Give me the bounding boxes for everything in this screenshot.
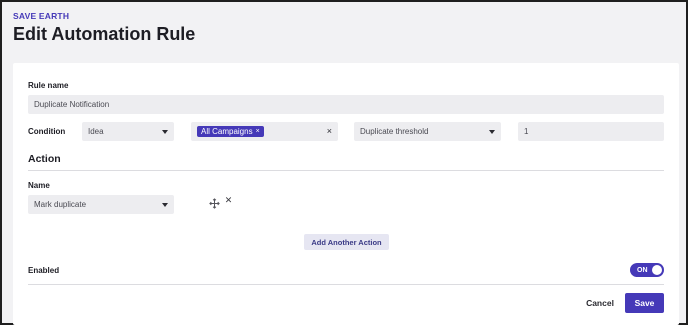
- enabled-toggle[interactable]: ON: [630, 263, 664, 277]
- window-frame: SAVE EARTH Edit Automation Rule Rule nam…: [0, 0, 688, 325]
- rule-name-label: Rule name: [28, 81, 69, 90]
- threshold-input[interactable]: 1: [518, 122, 664, 141]
- action-section-title: Action: [28, 153, 61, 165]
- campaign-chip: All Campaigns ×: [197, 126, 264, 137]
- save-button[interactable]: Save: [625, 293, 664, 313]
- campaign-chip-label: All Campaigns: [201, 127, 253, 136]
- campaign-multiselect[interactable]: All Campaigns × ×: [191, 122, 338, 141]
- condition-label: Condition: [28, 127, 66, 136]
- page-title: Edit Automation Rule: [13, 24, 196, 44]
- rule-form-card: Rule name Duplicate Notification Conditi…: [13, 63, 679, 325]
- action-name-value: Mark duplicate: [34, 200, 87, 209]
- chip-remove-icon[interactable]: ×: [256, 128, 260, 135]
- chevron-down-icon: [162, 202, 168, 207]
- threshold-value: 1: [524, 127, 529, 136]
- toggle-state-text: ON: [637, 266, 648, 274]
- cancel-button[interactable]: Cancel: [581, 294, 619, 312]
- add-another-action-button[interactable]: Add Another Action: [304, 234, 389, 250]
- footer-divider: [28, 284, 664, 285]
- move-icon[interactable]: [207, 196, 221, 210]
- condition-metric-value: Duplicate threshold: [360, 127, 429, 136]
- condition-type-select[interactable]: Idea: [82, 122, 174, 141]
- close-icon[interactable]: ✕: [222, 194, 235, 207]
- condition-type-value: Idea: [88, 127, 104, 136]
- rule-name-input[interactable]: Duplicate Notification: [28, 95, 664, 114]
- chevron-down-icon: [162, 129, 168, 134]
- action-name-select[interactable]: Mark duplicate: [28, 195, 174, 214]
- enabled-label: Enabled: [28, 266, 60, 275]
- clear-selection-icon[interactable]: ×: [327, 126, 332, 136]
- section-divider: [28, 170, 664, 171]
- toggle-knob: [652, 265, 662, 275]
- org-name: SAVE EARTH: [13, 11, 70, 21]
- rule-name-value: Duplicate Notification: [34, 100, 110, 109]
- condition-metric-select[interactable]: Duplicate threshold: [354, 122, 501, 141]
- chevron-down-icon: [489, 129, 495, 134]
- action-name-label: Name: [28, 181, 50, 190]
